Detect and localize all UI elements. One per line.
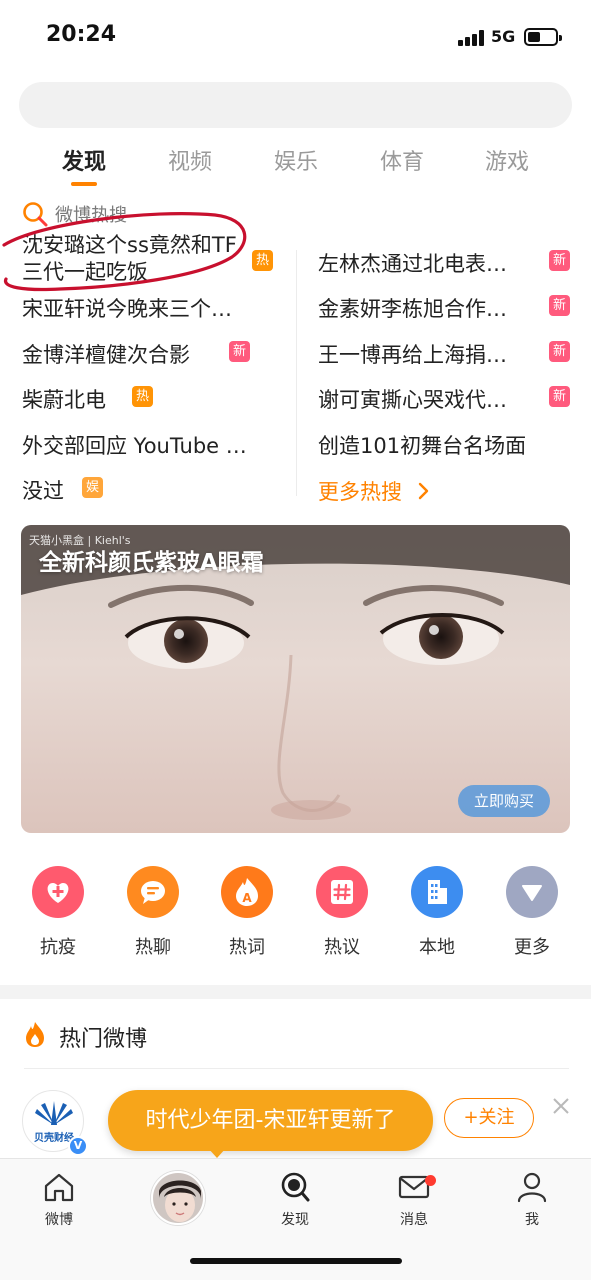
new-badge: 新 [549, 250, 570, 271]
toast-pointer [208, 1148, 226, 1158]
new-badge: 新 [229, 341, 250, 362]
entertainment-badge: 娱 [82, 477, 103, 498]
hot-search-divider [296, 250, 297, 496]
ad-title: 全新科颜氏紫玻A眼霜 [39, 550, 264, 576]
home-indicator [190, 1258, 402, 1264]
network-type: 5G [491, 27, 516, 46]
home-icon [44, 1173, 74, 1202]
quick-link-hot-topics[interactable]: 热议 [302, 866, 382, 959]
flame-a-icon: A [221, 866, 273, 918]
hot-search-item-text: 外交部回应 YouTube … [22, 434, 247, 458]
hot-search-item-text: 谢可寅撕心哭戏代… [318, 388, 507, 412]
chat-bubble-icon [127, 866, 179, 918]
buy-now-button[interactable]: 立即购买 [458, 785, 550, 817]
user-avatar-image [153, 1173, 203, 1223]
battery-icon [524, 28, 562, 46]
building-icon [411, 866, 463, 918]
new-badge: 新 [549, 341, 570, 362]
hot-search-item[interactable]: 没过 [22, 469, 82, 509]
hot-search-item[interactable]: 金博洋檀健次合影 [22, 333, 232, 373]
hot-search-icon [23, 202, 48, 227]
hot-search-item[interactable]: 外交部回应 YouTube … [22, 424, 277, 464]
hot-search-item[interactable]: 金素妍李栋旭合作… [318, 287, 544, 327]
svg-text:A: A [242, 891, 252, 905]
hot-search-item[interactable]: 创造101初舞台名场面 [318, 424, 568, 464]
chevron-right-icon [418, 482, 428, 500]
person-icon [517, 1172, 547, 1203]
hot-search-item[interactable]: 宋亚轩说今晚来三个… [22, 287, 272, 327]
quick-link-label: 热议 [324, 937, 360, 958]
hot-search-item-text: 创造101初舞台名场面 [318, 434, 527, 458]
tab-sports[interactable]: 体育 [362, 144, 442, 176]
category-tabs: 发现 视频 娱乐 体育 游戏 [0, 140, 591, 190]
quick-link-fight-epidemic[interactable]: 抗疫 [18, 866, 98, 959]
new-badge: 新 [549, 386, 570, 407]
hot-badge: 热 [132, 386, 153, 407]
nav-label: 我 [525, 1212, 539, 1228]
hot-search-item[interactable]: 谢可寅撕心哭戏代… [318, 378, 544, 418]
hot-search-item-text: 金博洋檀健次合影 [22, 343, 190, 367]
hot-search-item-text: 柴蔚北电 [22, 388, 106, 412]
ad-banner[interactable]: 天猫小黑盒 | Kiehl's 全新科颜氏紫玻A眼霜 立即购买 [21, 525, 570, 833]
divider [24, 1068, 569, 1069]
quick-link-hot-chat[interactable]: 热聊 [113, 866, 193, 959]
hot-search-item-text: 左林杰通过北电表… [318, 252, 507, 276]
tab-discover[interactable]: 发现 [44, 144, 124, 176]
nav-label: 微博 [45, 1212, 73, 1228]
unread-dot [425, 1175, 436, 1186]
more-hot-search-label: 更多热搜 [318, 480, 402, 504]
nav-messages[interactable]: 消息 [379, 1171, 449, 1229]
hot-search-item[interactable]: 左林杰通过北电表… [318, 242, 544, 282]
nav-label: 发现 [281, 1212, 309, 1228]
new-badge: 新 [549, 295, 570, 316]
hot-search-title: 微博热搜 [55, 205, 127, 226]
verified-badge-icon: V [68, 1136, 88, 1156]
triangle-down-icon [506, 866, 558, 918]
hot-search-item-text: 宋亚轩说今晚来三个… [22, 297, 232, 321]
hot-search-item[interactable]: 王一博再给上海捐… [318, 333, 544, 373]
quick-link-label: 本地 [419, 937, 455, 958]
section-gap [0, 985, 591, 999]
close-icon[interactable] [549, 1094, 573, 1118]
search-input[interactable] [19, 82, 572, 128]
status-bar: 20:24 5G [0, 0, 591, 70]
nav-label: 消息 [400, 1212, 428, 1228]
hot-weibo-title: 热门微博 [59, 1027, 148, 1052]
hot-search-item-text: 王一博再给上海捐… [318, 343, 507, 367]
update-toast[interactable]: 时代少年团-宋亚轩更新了 [108, 1090, 433, 1151]
flame-icon [26, 1022, 44, 1047]
quick-link-hot-words[interactable]: A 热词 [207, 866, 287, 959]
tab-video[interactable]: 视频 [150, 144, 230, 176]
nav-avatar[interactable] [151, 1171, 205, 1225]
quick-link-label: 热聊 [135, 937, 171, 958]
nav-me[interactable]: 我 [497, 1171, 567, 1229]
hot-badge: 热 [252, 250, 273, 271]
tab-games[interactable]: 游戏 [467, 144, 547, 176]
status-time: 20:24 [46, 22, 117, 47]
signal-icon [458, 30, 484, 46]
heart-plus-icon [32, 866, 84, 918]
nav-weibo[interactable]: 微博 [24, 1171, 94, 1229]
more-hot-search-link[interactable]: 更多热搜 [318, 476, 431, 506]
quick-link-label: 更多 [514, 937, 550, 958]
tab-entertainment[interactable]: 娱乐 [256, 144, 336, 176]
quick-link-more[interactable]: 更多 [492, 866, 572, 959]
quick-link-local[interactable]: 本地 [397, 866, 477, 959]
active-tab-indicator [71, 182, 97, 186]
discover-icon [281, 1172, 310, 1202]
nav-discover[interactable]: 发现 [260, 1171, 330, 1229]
quick-link-label: 热词 [229, 937, 265, 958]
hot-search-item-text: 沈安璐这个ss竟然和TF三代一起吃饭 [22, 233, 237, 284]
hot-search-item[interactable]: 沈安璐这个ss竟然和TF三代一起吃饭 [22, 232, 256, 286]
hot-search-item[interactable]: 柴蔚北电 [22, 378, 132, 418]
quick-link-label: 抗疫 [40, 937, 76, 958]
hot-search-item-text: 没过 [22, 479, 64, 503]
hot-search-item-text: 金素妍李栋旭合作… [318, 297, 507, 321]
follow-button[interactable]: +关注 [444, 1098, 534, 1138]
hashtag-icon [316, 866, 368, 918]
